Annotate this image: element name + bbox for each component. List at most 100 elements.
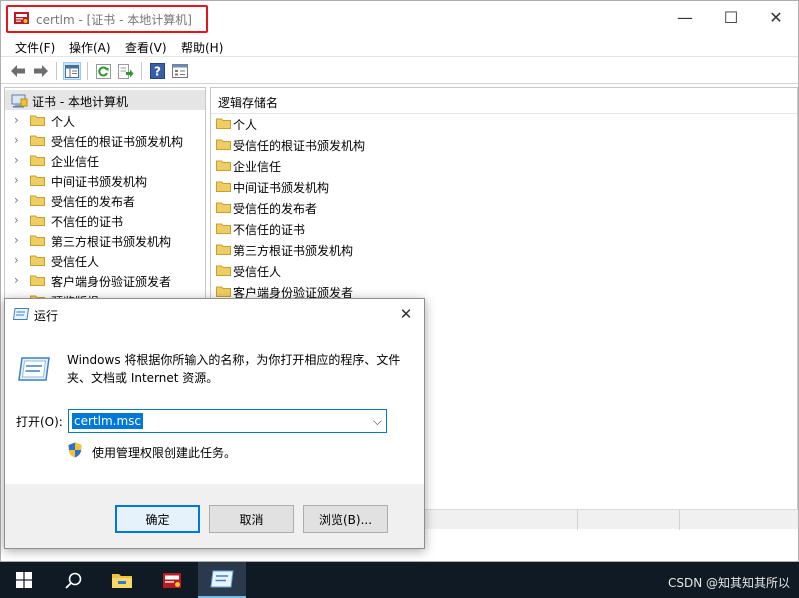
properties-icon[interactable] <box>171 62 189 80</box>
ok-button[interactable]: 确定 <box>115 505 200 533</box>
menu-file[interactable]: 文件(F) <box>15 39 55 56</box>
tree-item-client-auth-issuers[interactable]: › 客户端身份验证颁发者 <box>5 270 205 290</box>
list-item-label: 受信任的根证书颁发机构 <box>233 139 366 153</box>
folder-icon <box>30 195 45 206</box>
tree-item-label: 受信任的发布者 <box>51 195 136 209</box>
list-item[interactable]: 第三方根证书颁发机构 <box>211 239 797 260</box>
list-item-label: 中间证书颁发机构 <box>233 181 330 195</box>
list-item[interactable]: 中间证书颁发机构 <box>211 176 797 197</box>
tree-item-enterprise-trust[interactable]: › 企业信任 <box>5 150 205 170</box>
chevron-right-icon[interactable]: › <box>14 113 19 127</box>
cancel-button[interactable]: 取消 <box>209 505 294 533</box>
refresh-icon[interactable] <box>94 62 112 80</box>
chevron-right-icon[interactable]: › <box>14 253 19 267</box>
list-item-label: 受信任的发布者 <box>233 202 318 216</box>
tree-item-label: 不信任的证书 <box>51 215 124 229</box>
tree-item-third-party-root[interactable]: › 第三方根证书颁发机构 <box>5 230 205 250</box>
folder-icon <box>30 155 45 166</box>
chevron-right-icon[interactable]: › <box>14 273 19 287</box>
column-header-label: 逻辑存储名 <box>218 96 279 110</box>
computer-cert-icon <box>11 94 28 108</box>
list-item-label: 受信任人 <box>233 265 282 279</box>
tree-item-label: 受信任的根证书颁发机构 <box>51 135 184 149</box>
tree-root[interactable]: 证书 - 本地计算机 <box>5 90 205 110</box>
tree-item-trusted-publishers[interactable]: › 受信任的发布者 <box>5 190 205 210</box>
back-arrow-icon[interactable] <box>9 62 27 80</box>
folder-icon <box>216 244 231 255</box>
show-hide-tree-icon[interactable] <box>63 62 81 80</box>
chevron-down-icon[interactable]: ⌵ <box>373 414 382 429</box>
folder-icon <box>216 202 231 213</box>
chevron-right-icon[interactable]: › <box>14 233 19 247</box>
chevron-right-icon[interactable]: › <box>14 213 19 227</box>
toolbar-separator <box>87 62 88 80</box>
tree-item-trusted-people[interactable]: › 受信任人 <box>5 250 205 270</box>
chevron-right-icon[interactable]: › <box>14 153 19 167</box>
chevron-right-icon[interactable]: › <box>14 173 19 187</box>
chevron-right-icon[interactable]: › <box>14 133 19 147</box>
taskbar: CSDN @知其知其所以 <box>0 562 799 598</box>
open-command-value[interactable]: certlm.msc <box>72 413 143 429</box>
uac-shield-icon <box>68 442 82 458</box>
folder-icon <box>216 286 231 297</box>
close-button[interactable]: ✕ <box>753 1 799 34</box>
menu-view[interactable]: 查看(V) <box>125 39 167 56</box>
tree-item-label: 受信任人 <box>51 255 100 269</box>
run-dialog: 运行 ✕ Windows 将根据你所输入的名称，为你打开相应的程序、文件夹、文档… <box>4 298 425 549</box>
export-list-icon[interactable] <box>117 62 135 80</box>
minimize-button[interactable]: — <box>662 1 708 34</box>
toolbar-separator <box>56 62 57 80</box>
admin-note: 使用管理权限创建此任务。 <box>92 446 237 460</box>
file-explorer-icon[interactable] <box>98 562 146 598</box>
toolbar-separator <box>141 62 142 80</box>
search-icon[interactable] <box>49 562 97 598</box>
tree-item-intermediate-ca[interactable]: › 中间证书颁发机构 <box>5 170 205 190</box>
tree-root-label: 证书 - 本地计算机 <box>32 95 128 109</box>
menu-action[interactable]: 操作(A) <box>69 39 111 56</box>
run-dialog-title: 运行 <box>34 309 59 323</box>
list-item[interactable]: 不信任的证书 <box>211 218 797 239</box>
tree-item-label: 客户端身份验证颁发者 <box>51 275 172 289</box>
list-item-label: 不信任的证书 <box>233 223 306 237</box>
run-icon <box>13 308 29 320</box>
folder-icon <box>30 275 45 286</box>
open-label: 打开(O): <box>16 415 63 429</box>
list-item[interactable]: 受信任的发布者 <box>211 197 797 218</box>
menu-help[interactable]: 帮助(H) <box>181 39 223 56</box>
maximize-button[interactable]: ☐ <box>708 1 754 34</box>
certlm-app-icon[interactable] <box>148 562 196 598</box>
run-description: Windows 将根据你所输入的名称，为你打开相应的程序、文件夹、文档或 Int… <box>67 353 401 385</box>
list-item-label: 第三方根证书颁发机构 <box>233 244 354 258</box>
title-bar[interactable]: certlm - [证书 - 本地计算机] — ☐ ✕ <box>1 1 798 34</box>
tree-item-untrusted[interactable]: › 不信任的证书 <box>5 210 205 230</box>
svg-text:?: ? <box>154 65 161 79</box>
list-item-label: 个人 <box>233 118 258 132</box>
browse-button[interactable]: 浏览(B)... <box>303 505 388 533</box>
folder-icon <box>216 160 231 171</box>
forward-arrow-icon[interactable] <box>32 62 50 80</box>
title-highlight-box <box>6 5 208 33</box>
tree-item-personal[interactable]: › 个人 <box>5 110 205 130</box>
run-icon <box>18 357 50 381</box>
list-item[interactable]: 受信任人 <box>211 260 797 281</box>
tree-item-trusted-root[interactable]: › 受信任的根证书颁发机构 <box>5 130 205 150</box>
start-windows-icon[interactable] <box>0 562 48 598</box>
column-header[interactable]: 逻辑存储名 <box>211 88 797 114</box>
status-divider <box>577 510 578 530</box>
run-title-bar[interactable]: 运行 ✕ <box>5 299 424 329</box>
run-content: Windows 将根据你所输入的名称，为你打开相应的程序、文件夹、文档或 Int… <box>5 329 424 484</box>
chevron-right-icon[interactable]: › <box>14 193 19 207</box>
toolbar: ? <box>1 58 798 84</box>
help-icon[interactable]: ? <box>148 62 166 80</box>
list-item[interactable]: 受信任的根证书颁发机构 <box>211 134 797 155</box>
folder-icon <box>30 175 45 186</box>
list-item[interactable]: 企业信任 <box>211 155 797 176</box>
folder-icon <box>216 118 231 129</box>
open-command-input[interactable]: certlm.msc ⌵ <box>68 409 387 433</box>
run-close-button[interactable]: ✕ <box>388 299 424 329</box>
folder-icon <box>30 255 45 266</box>
tree-item-label: 个人 <box>51 115 76 129</box>
list-item[interactable]: 个人 <box>211 113 797 134</box>
run-app-icon[interactable] <box>198 562 246 598</box>
folder-icon <box>216 181 231 192</box>
